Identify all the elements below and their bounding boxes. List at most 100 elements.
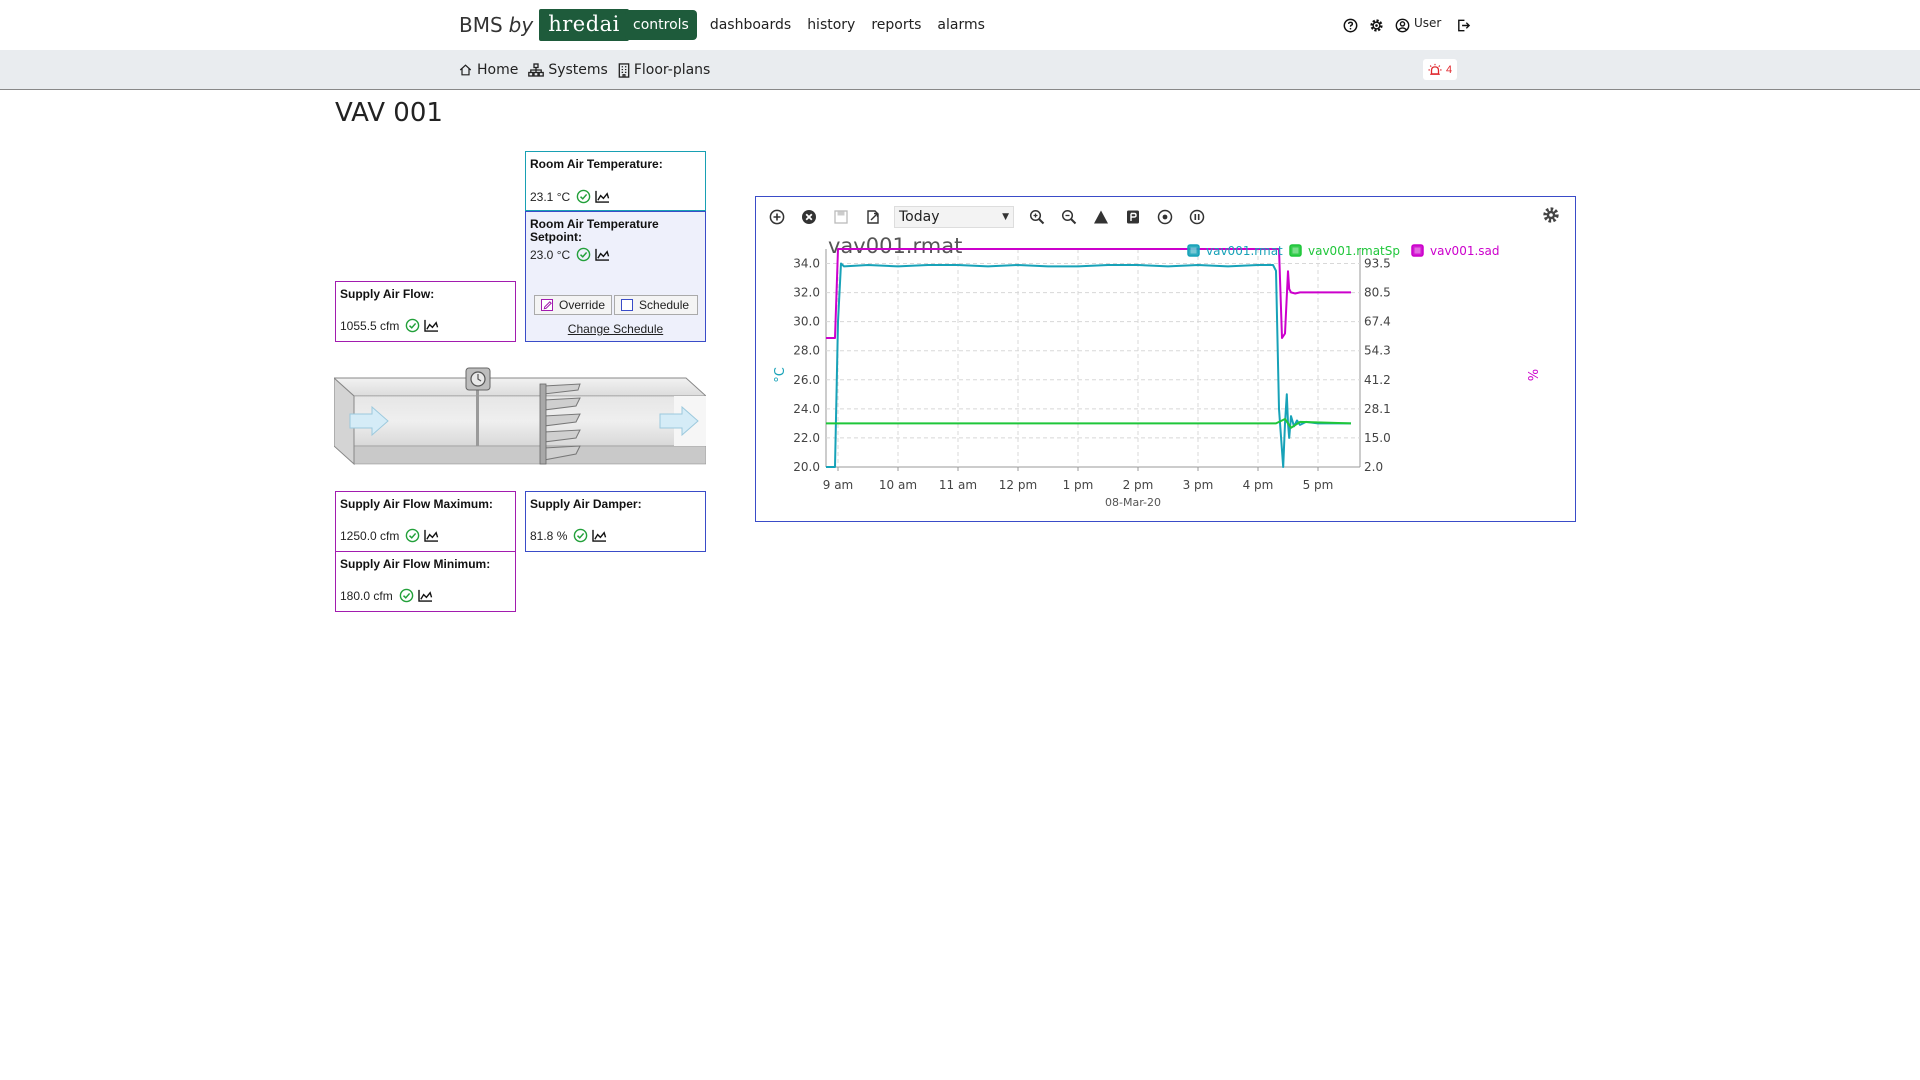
x-tick-label: 5 pm	[1303, 478, 1334, 492]
right-nav: User	[1340, 14, 1479, 36]
supply-air-flow-maximum-box: Supply Air Flow Maximum: 1250.0 cfm	[335, 491, 516, 552]
target-icon[interactable]	[1154, 206, 1176, 228]
x-tick-label: 4 pm	[1243, 478, 1274, 492]
supply-air-flow-minimum-label: Supply Air Flow Minimum:	[340, 557, 491, 571]
room-air-temperature-label: Room Air Temperature:	[530, 157, 663, 171]
y-right-tick-label: 15.0	[1364, 431, 1391, 445]
supply-air-damper-value-row: 81.8 %	[530, 528, 607, 543]
user-circle-icon[interactable]	[1392, 15, 1412, 35]
nav-dashboards[interactable]: dashboards	[702, 10, 799, 40]
add-circle-icon[interactable]	[766, 206, 788, 228]
series-line-vav001-sad[interactable]	[826, 248, 1351, 339]
subnav-floor-plans[interactable]: Floor-plans	[618, 62, 710, 78]
trend-chart-icon[interactable]	[592, 529, 607, 542]
x-axis-date-label: 08-Mar-20	[1105, 496, 1161, 509]
nav-alarms[interactable]: alarms	[929, 10, 993, 40]
nav-controls[interactable]: controls	[625, 10, 697, 40]
subnav-home-label: Home	[477, 62, 519, 78]
y-left-tick-label: 26.0	[793, 373, 820, 387]
legend-swatch-inner	[1190, 247, 1197, 254]
check-circle-icon	[574, 528, 588, 543]
trend-chart[interactable]: 20.0 22.0 24.0 26.0 28.0 30.0 32.0 34.0 2.0 15.0 2…	[756, 197, 1575, 521]
trend-chart-icon[interactable]	[595, 190, 610, 203]
legend-swatch-inner	[1414, 247, 1421, 254]
brand[interactable]: BMS by hredai	[459, 9, 629, 41]
y-left-tick-label: 24.0	[793, 402, 820, 416]
trend-chart-icon[interactable]	[595, 248, 610, 261]
brand-logo: hredai	[539, 9, 629, 41]
legend-label: vav001.sad	[1430, 244, 1500, 258]
subnav-systems-label: Systems	[548, 62, 608, 78]
y-left-tick-label: 32.0	[793, 286, 820, 300]
alarm-badge[interactable]: 4	[1423, 59, 1458, 80]
y-right-tick-label: 80.5	[1364, 285, 1391, 299]
supply-air-flow-box: Supply Air Flow: 1055.5 cfm	[335, 281, 516, 342]
trend-chart-icon[interactable]	[424, 529, 439, 542]
y-right-tick-label: 28.1	[1364, 402, 1391, 416]
subnav-systems[interactable]: Systems	[528, 62, 608, 78]
room-air-temperature-value: 23.1 °C	[530, 189, 571, 204]
top-navbar: BMS by hredai controls dashboards histor…	[0, 0, 1920, 50]
gear-icon[interactable]	[1366, 15, 1386, 35]
x-tick-label: 3 pm	[1183, 478, 1214, 492]
trend-chart-icon[interactable]	[424, 319, 439, 332]
chart-toolbar: Today ▼	[766, 205, 1218, 229]
building-icon	[618, 62, 630, 78]
check-circle-icon	[406, 528, 420, 543]
override-button[interactable]: Override	[534, 295, 613, 315]
room-air-temperature-setpoint-box: Room Air Temperature Setpoint: 23.0 °C O…	[525, 211, 706, 342]
y-left-tick-label: 20.0	[793, 460, 820, 474]
check-circle-icon	[406, 318, 420, 333]
remove-circle-icon[interactable]	[798, 206, 820, 228]
supply-air-flow-value: 1055.5 cfm	[340, 318, 400, 333]
check-circle-icon	[576, 189, 591, 204]
brand-prefix: BMS	[459, 13, 503, 37]
y-left-tick-label: 30.0	[793, 315, 820, 329]
y-left-tick-label: 34.0	[793, 257, 820, 271]
time-range-select[interactable]: Today ▼	[894, 206, 1014, 228]
zoom-out-icon[interactable]	[1058, 206, 1080, 228]
secondary-navbar: Home Systems Floor-plans 4	[0, 50, 1920, 90]
pause-icon[interactable]	[1186, 206, 1208, 228]
schedule-checkbox[interactable]	[621, 299, 634, 311]
supply-air-flow-maximum-value: 1250.0 cfm	[340, 528, 400, 543]
main-nav: controls dashboards history reports alar…	[625, 10, 993, 40]
gear-icon[interactable]	[1542, 206, 1564, 228]
nav-history[interactable]: history	[799, 10, 863, 40]
note-icon[interactable]	[1122, 206, 1144, 228]
nav-reports[interactable]: reports	[863, 10, 929, 40]
series-line-vav001-rmat[interactable]	[826, 262, 1351, 468]
y-right-axis-title: %	[1524, 369, 1539, 381]
schedule-button[interactable]: Schedule	[614, 295, 699, 315]
vav-duct-graphic	[334, 367, 706, 466]
trend-chart-icon[interactable]	[418, 589, 433, 602]
change-schedule-link[interactable]: Change Schedule	[526, 322, 705, 336]
y-right-tick-label: 2.0	[1364, 460, 1383, 474]
zoom-in-icon[interactable]	[1026, 206, 1048, 228]
export-icon[interactable]	[862, 206, 884, 228]
x-tick-label: 9 am	[823, 478, 854, 492]
room-air-temperature-setpoint-value-row: 23.0 °C	[530, 247, 610, 262]
home-icon	[459, 64, 472, 76]
override-checkbox[interactable]	[541, 299, 553, 311]
siren-icon	[1428, 63, 1442, 75]
supply-air-flow-maximum-label: Supply Air Flow Maximum:	[340, 497, 493, 511]
y-left-axis-title: °C	[773, 367, 788, 383]
user-label[interactable]: User	[1414, 16, 1441, 30]
schedule-label: Schedule	[639, 298, 690, 312]
save-icon[interactable]	[830, 206, 852, 228]
room-air-temperature-setpoint-value: 23.0 °C	[530, 247, 571, 262]
legend-label: vav001.rmat	[1206, 244, 1283, 258]
supply-air-flow-minimum-box: Supply Air Flow Minimum: 180.0 cfm	[335, 551, 516, 612]
alarm-count: 4	[1446, 63, 1453, 76]
question-circle-icon[interactable]	[1340, 15, 1360, 35]
legend-swatch-inner	[1292, 247, 1299, 254]
logout-icon[interactable]	[1453, 15, 1473, 35]
series-line-vav001-rmatSp[interactable]	[826, 418, 1352, 429]
y-right-tick-label: 93.5	[1364, 256, 1391, 270]
chart-title: vav001.rmat	[828, 234, 962, 258]
warning-triangle-icon[interactable]	[1090, 206, 1112, 228]
sitemap-icon	[528, 63, 545, 77]
subnav-home[interactable]: Home	[458, 62, 518, 78]
room-air-temperature-value-row: 23.1 °C	[530, 189, 610, 204]
